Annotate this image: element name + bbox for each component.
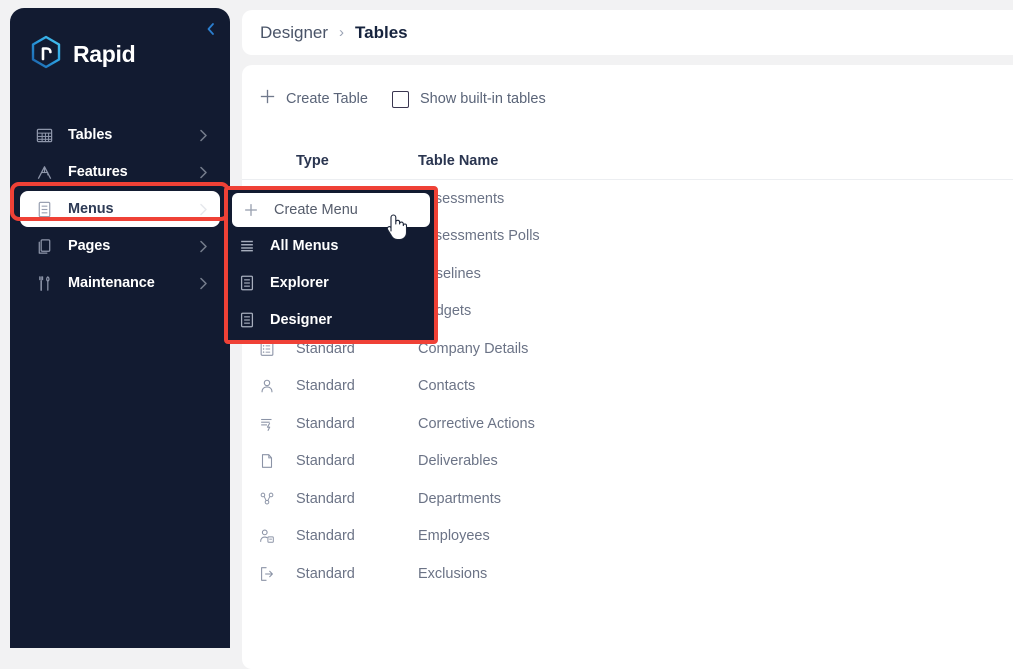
tools-icon [34, 273, 54, 293]
table-row-type: Standard [296, 453, 418, 469]
page-title: Tables [355, 23, 408, 43]
brand-name: Rapid [73, 41, 135, 68]
table-row[interactable]: StandardDeliverables [242, 443, 1013, 481]
table-row-name: Assessments Polls [418, 228, 1013, 244]
sidebar-item-label: Pages [68, 238, 199, 254]
breadcrumb-root[interactable]: Designer [260, 23, 328, 43]
person-badge-icon [258, 527, 296, 545]
document-list-icon [236, 311, 258, 329]
table-row-type: Standard [296, 528, 418, 544]
sidebar-item-label: Menus [68, 201, 199, 217]
sidebar: Rapid Tables [10, 8, 230, 648]
dropdown-item-designer[interactable]: Designer [228, 301, 434, 338]
plus-icon [240, 201, 262, 219]
tables-toolbar: Create Table Show built-in tables [242, 79, 546, 119]
table-row[interactable]: StandardCorrective Actions [242, 405, 1013, 443]
create-table-label: Create Table [286, 91, 368, 107]
chevron-right-icon [199, 203, 208, 216]
dropdown-item-create-menu[interactable]: Create Menu [232, 193, 430, 227]
sidebar-item-label: Maintenance [68, 275, 199, 291]
sidebar-collapse-button[interactable] [202, 20, 220, 38]
sidebar-item-pages[interactable]: Pages [20, 228, 220, 264]
show-builtin-tables-label: Show built-in tables [420, 91, 546, 107]
table-row-name: Assessments [418, 191, 1013, 207]
person-icon [258, 377, 296, 395]
brand: Rapid [28, 34, 135, 74]
create-table-button[interactable]: Create Table [258, 87, 368, 111]
chevron-right-icon [199, 240, 208, 253]
table-row-name: Employees [418, 528, 1013, 544]
breadcrumb-separator-icon: › [339, 24, 344, 41]
file-icon [258, 452, 296, 470]
crane-icon [34, 162, 54, 182]
table-row-name: Baselines [418, 266, 1013, 282]
table-row-name: Corrective Actions [418, 416, 1013, 432]
table-row[interactable]: StandardDepartments [242, 480, 1013, 518]
dropdown-item-label: Create Menu [274, 202, 358, 218]
checkbox-box[interactable] [392, 91, 409, 108]
table-header-type: Type [296, 153, 418, 169]
table-row-name: Deliverables [418, 453, 1013, 469]
table-row-type: Standard [296, 416, 418, 432]
sidebar-item-menus[interactable]: Menus [20, 191, 220, 227]
sidebar-item-maintenance[interactable]: Maintenance [20, 265, 220, 301]
dropdown-item-explorer[interactable]: Explorer [228, 264, 434, 301]
chevron-left-icon [205, 22, 217, 36]
table-row-type: Standard [296, 566, 418, 582]
breadcrumb-card: Designer › Tables [242, 10, 1013, 55]
tables-panel: Create Table Show built-in tables Type T… [242, 65, 1013, 669]
pages-stack-icon [34, 236, 54, 256]
dropdown-item-label: Explorer [270, 275, 329, 291]
plus-icon [258, 87, 277, 111]
rapid-hexagon-logo-icon [28, 34, 64, 74]
table-row[interactable]: StandardExclusions [242, 555, 1013, 593]
chevron-right-icon [199, 166, 208, 179]
dropdown-item-label: Designer [270, 312, 332, 328]
table-grid-icon [34, 125, 54, 145]
document-list-icon [236, 274, 258, 292]
table-header-row: Type Table Name [242, 143, 1013, 180]
chevron-right-icon [199, 129, 208, 142]
org-chart-icon [258, 490, 296, 508]
table-row-name: Contacts [418, 378, 1013, 394]
list-lines-icon [236, 237, 258, 255]
table-row-name: Exclusions [418, 566, 1013, 582]
sidebar-item-features[interactable]: Features [20, 154, 220, 190]
table-row-name: Budgets [418, 303, 1013, 319]
exit-arrow-icon [258, 565, 296, 583]
table-row[interactable]: StandardEmployees [242, 518, 1013, 556]
table-header-name: Table Name [418, 153, 1013, 169]
chevron-right-icon [199, 277, 208, 290]
document-list-icon [34, 199, 54, 219]
table-row-type: Standard [296, 378, 418, 394]
show-builtin-tables-checkbox[interactable]: Show built-in tables [392, 91, 546, 108]
table-row-name: Departments [418, 491, 1013, 507]
table-row-name: Company Details [418, 341, 1013, 357]
sidebar-item-tables[interactable]: Tables [20, 117, 220, 153]
action-list-icon [258, 415, 296, 433]
sidebar-item-label: Tables [68, 127, 199, 143]
table-row[interactable]: StandardContacts [242, 368, 1013, 406]
dropdown-item-label: All Menus [270, 238, 338, 254]
table-row-type: Standard [296, 491, 418, 507]
sidebar-nav: Tables Features [10, 116, 230, 302]
sidebar-item-label: Features [68, 164, 199, 180]
menus-dropdown: Create Menu All Menus Explorer [228, 190, 434, 340]
dropdown-item-all-menus[interactable]: All Menus [228, 227, 434, 264]
breadcrumb: Designer › Tables [260, 23, 408, 43]
